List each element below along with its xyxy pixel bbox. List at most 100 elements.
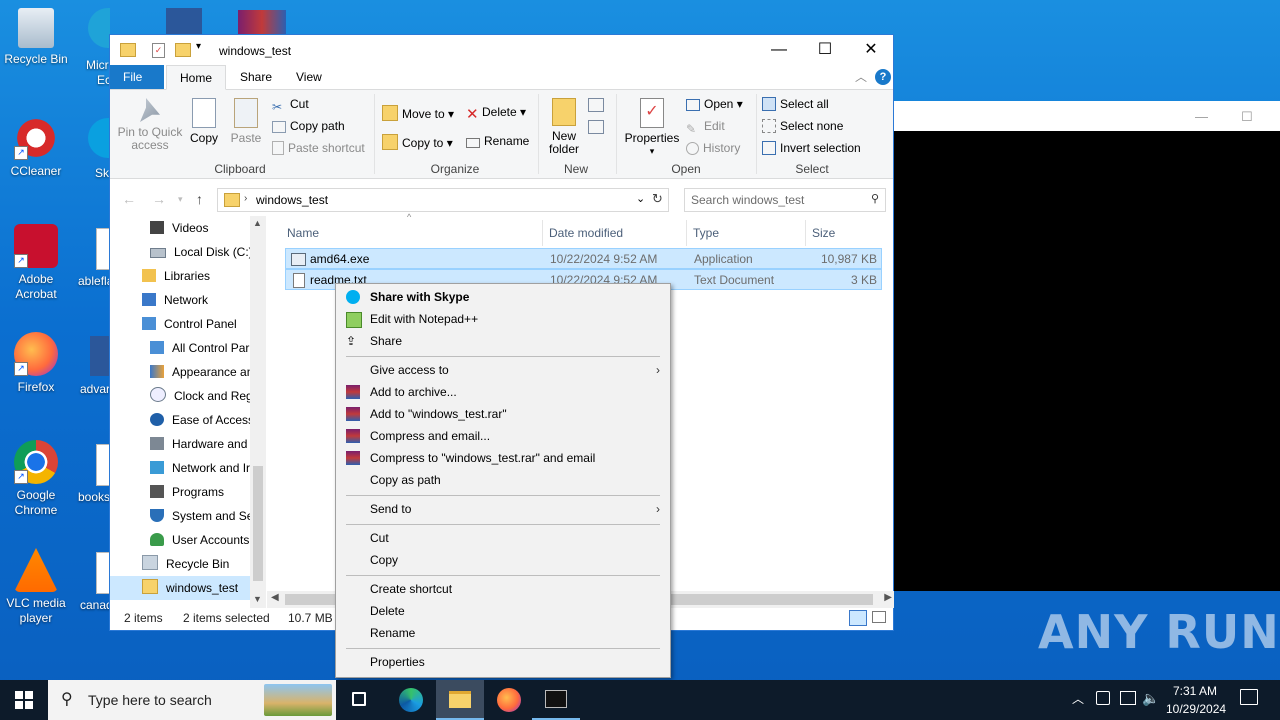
menu-item-copy[interactable]: Copy	[338, 549, 668, 571]
taskbar-file-explorer[interactable]	[436, 680, 484, 720]
nav-item-ease-of-access[interactable]: Ease of Access	[110, 408, 266, 432]
refresh-icon[interactable]: ↻	[652, 191, 663, 207]
menu-item-edit-with-notepad[interactable]: Edit with Notepad++	[338, 308, 668, 330]
paste-button[interactable]: Paste	[228, 98, 264, 145]
nav-item-network[interactable]: Network	[110, 288, 266, 312]
properties-button[interactable]: ✓ Properties ▾	[622, 98, 682, 158]
tab-file[interactable]: File	[110, 65, 164, 89]
open-button[interactable]: Open ▾	[686, 97, 743, 111]
column-header-date[interactable]: Date modified	[543, 220, 687, 246]
history-button[interactable]: History	[686, 141, 740, 155]
menu-item-create-shortcut[interactable]: Create shortcut	[338, 578, 668, 600]
pin-quick-access-button[interactable]: Pin to Quick access	[116, 98, 184, 152]
menu-item-delete[interactable]: Delete	[338, 600, 668, 622]
menu-item-share[interactable]: ⇪ Share	[338, 330, 668, 352]
new-folder-button[interactable]: New folder	[544, 98, 584, 156]
scroll-left-icon[interactable]: ◀	[271, 592, 279, 603]
word-desktop-icon[interactable]	[90, 336, 110, 376]
scroll-down-icon[interactable]: ▼	[253, 594, 262, 604]
copy-to-button[interactable]: Copy to ▾	[382, 134, 453, 150]
console-window[interactable]: — ☐	[893, 101, 1280, 591]
menu-item-compress-and-email[interactable]: Compress and email...	[338, 425, 668, 447]
address-bar[interactable]: › windows_test ⌄ ↻	[217, 188, 669, 212]
nav-item-programs[interactable]: Programs	[110, 480, 266, 504]
menu-item-send-to[interactable]: Send to ›	[338, 498, 668, 520]
taskbar-console[interactable]	[532, 680, 580, 720]
properties-quick-icon[interactable]: ✓	[152, 43, 165, 58]
cut-button[interactable]: ✂ Cut	[272, 97, 309, 114]
help-icon[interactable]: ?	[875, 69, 891, 85]
new-folder-quick-icon[interactable]	[175, 43, 191, 57]
nav-item-control-panel[interactable]: Control Panel	[110, 312, 266, 336]
nav-item-all-control-panel[interactable]: All Control Par	[110, 336, 266, 360]
nav-item-libraries[interactable]: Libraries	[110, 264, 266, 288]
menu-item-cut[interactable]: Cut	[338, 527, 668, 549]
clock-date[interactable]: 10/29/2024	[1166, 702, 1226, 716]
menu-item-compress-to-rar-and-email[interactable]: Compress to "windows_test.rar" and email	[338, 447, 668, 469]
edge-desktop-icon[interactable]	[88, 8, 110, 48]
copy-path-button[interactable]: Copy path	[272, 119, 345, 133]
word-doc-desktop-icon[interactable]	[166, 8, 202, 34]
large-icons-view-icon[interactable]	[872, 611, 886, 623]
nav-item-videos[interactable]: Videos	[110, 216, 266, 240]
minimize-button[interactable]: —	[756, 35, 802, 65]
breadcrumb[interactable]: windows_test	[256, 193, 328, 207]
clock-time[interactable]: 7:31 AM	[1173, 684, 1217, 698]
edit-button[interactable]: ✎ Edit	[686, 119, 725, 136]
details-view-icon[interactable]	[849, 610, 867, 626]
select-none-button[interactable]: Select none	[762, 119, 843, 133]
column-header-name[interactable]: Name	[281, 220, 543, 246]
menu-item-properties[interactable]: Properties	[338, 651, 668, 673]
nav-item-clock-region[interactable]: Clock and Regi	[110, 384, 266, 408]
winrar-desktop-icon[interactable]	[238, 10, 286, 34]
forward-arrow-icon[interactable]: →	[152, 191, 166, 207]
nav-item-appearance[interactable]: Appearance an	[110, 360, 266, 384]
nav-item-recycle-bin[interactable]: Recycle Bin	[110, 552, 266, 576]
menu-item-add-to-archive[interactable]: Add to archive...	[338, 381, 668, 403]
nav-scrollbar[interactable]: ▲ ▼	[250, 216, 266, 608]
close-button[interactable]: ✕	[848, 35, 894, 65]
easy-access-icon[interactable]	[588, 120, 604, 134]
customize-quick-access-icon[interactable]: ▾	[196, 41, 201, 52]
taskbar-search-box[interactable]: ⚲ Type here to search	[48, 680, 336, 720]
tab-home[interactable]: Home	[166, 65, 227, 90]
invert-selection-button[interactable]: Invert selection	[762, 141, 861, 155]
skype-desktop-icon[interactable]	[88, 118, 110, 158]
column-header-size[interactable]: Size	[806, 220, 886, 246]
nav-item-local-disk[interactable]: Local Disk (C:)	[110, 240, 266, 264]
recent-chevron-icon[interactable]: ▾	[178, 194, 183, 205]
file-row[interactable]: amd64.exe 10/22/2024 9:52 AM Application…	[285, 248, 882, 269]
scroll-right-icon[interactable]: ▶	[884, 592, 892, 603]
desktop-icon-google-chrome[interactable]: ↗ Google Chrome	[0, 440, 72, 518]
menu-item-rename[interactable]: Rename	[338, 622, 668, 644]
scroll-up-icon[interactable]: ▲	[253, 218, 262, 228]
console-titlebar[interactable]: — ☐	[893, 101, 1280, 131]
back-arrow-icon[interactable]: ←	[122, 191, 136, 207]
menu-item-share-with-skype[interactable]: Share with Skype	[338, 286, 668, 308]
copy-button[interactable]: Copy	[186, 98, 222, 145]
new-item-icon[interactable]	[588, 98, 604, 112]
desktop-icon-ccleaner[interactable]: ↗ CCleaner	[0, 116, 72, 178]
menu-item-copy-as-path[interactable]: Copy as path	[338, 469, 668, 491]
menu-item-give-access-to[interactable]: Give access to ›	[338, 359, 668, 381]
network-status-icon[interactable]	[1096, 691, 1110, 705]
taskbar-firefox[interactable]	[484, 680, 532, 720]
column-header-type[interactable]: Type	[687, 220, 806, 246]
desktop-icon-vlc[interactable]: VLC media player	[0, 548, 72, 626]
volume-icon[interactable]: 🔈	[1142, 690, 1159, 707]
maximize-icon[interactable]: ☐	[1241, 109, 1253, 125]
taskbar-edge[interactable]	[386, 680, 434, 720]
address-dropdown-icon[interactable]: ⌄	[636, 192, 645, 205]
nav-item-system-security[interactable]: System and Sec	[110, 504, 266, 528]
task-view-button[interactable]	[336, 680, 384, 720]
tab-share[interactable]: Share	[227, 65, 285, 89]
delete-button[interactable]: ✕ Delete ▾	[466, 105, 526, 123]
network-icon[interactable]	[1120, 691, 1136, 705]
paste-shortcut-button[interactable]: Paste shortcut	[272, 141, 365, 155]
maximize-button[interactable]: ☐	[802, 35, 848, 65]
desktop-icon-firefox[interactable]: ↗ Firefox	[0, 332, 72, 394]
nav-item-user-accounts[interactable]: User Accounts	[110, 528, 266, 552]
scroll-thumb[interactable]	[253, 466, 263, 581]
up-arrow-icon[interactable]: ↑	[196, 191, 203, 207]
collapse-ribbon-icon[interactable]: ︿	[855, 68, 867, 85]
